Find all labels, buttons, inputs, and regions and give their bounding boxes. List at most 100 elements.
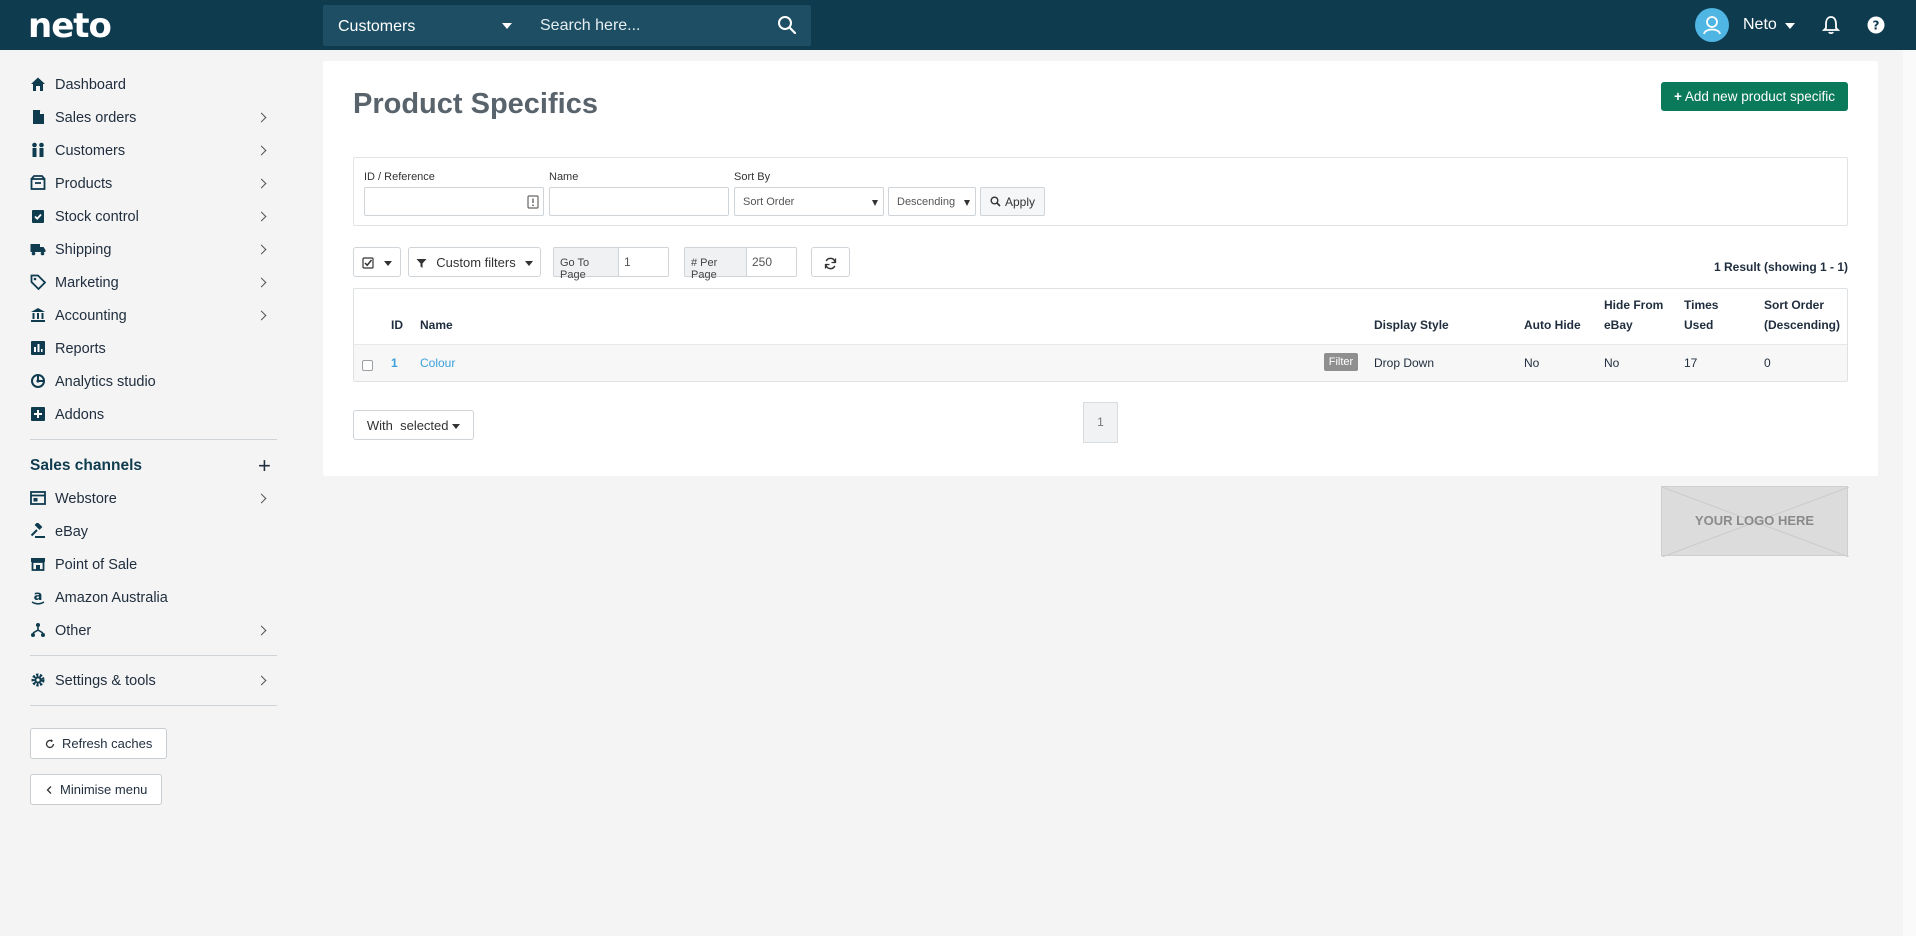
gear-icon xyxy=(31,673,45,687)
sidebar-item-analytics-studio[interactable]: Analytics studio xyxy=(30,367,275,397)
global-search: Customers xyxy=(323,5,811,46)
column-header-hide-from-ebay[interactable]: Hide From eBay xyxy=(1604,295,1663,335)
custom-filters-dropdown[interactable]: Custom filters xyxy=(408,247,541,277)
add-channel-icon[interactable]: + xyxy=(258,455,271,477)
apply-button[interactable]: Apply xyxy=(980,187,1045,216)
sidebar-item-label: Products xyxy=(55,176,113,192)
id-reference-input[interactable] xyxy=(364,187,544,216)
sidebar-item-label: Reports xyxy=(55,341,106,357)
neto-logo[interactable]: neto xyxy=(28,6,112,46)
row-times-used: 17 xyxy=(1684,356,1698,370)
sidebar-item-products[interactable]: Products xyxy=(30,169,275,199)
caret-down-icon xyxy=(383,260,392,266)
sort-direction-select[interactable]: Descending xyxy=(888,187,976,216)
sidebar-item-accounting[interactable]: Accounting xyxy=(30,301,275,331)
sidebar-item-reports[interactable]: Reports xyxy=(30,334,275,364)
add-product-specific-button[interactable]: + Add new product specific xyxy=(1661,82,1848,111)
lookup-icon[interactable] xyxy=(527,195,539,209)
name-label: Name xyxy=(549,171,579,183)
custom-filters-label: Custom filters xyxy=(436,254,516,270)
sidebar-item-amazon-australia[interactable]: a Amazon Australia xyxy=(30,583,275,613)
help-icon[interactable]: ? xyxy=(1867,16,1885,34)
row-display-style: Drop Down xyxy=(1374,356,1435,370)
header-line: Hide From xyxy=(1604,298,1664,312)
page-scrollbar[interactable] xyxy=(1903,50,1916,936)
chevron-right-icon xyxy=(256,493,267,504)
header-line: eBay xyxy=(1604,318,1633,332)
column-header-times-used[interactable]: Times Used xyxy=(1684,295,1718,335)
chevron-right-icon xyxy=(256,244,267,255)
sidebar-item-label: eBay xyxy=(55,524,89,540)
sidebar-item-webstore[interactable]: Webstore xyxy=(30,484,275,514)
with-selected-dropdown[interactable]: With selected xyxy=(353,410,474,440)
chevron-right-icon xyxy=(256,310,267,321)
refresh-caches-label: Refresh caches xyxy=(62,736,153,751)
sidebar-item-point-of-sale[interactable]: Point of Sale xyxy=(30,550,275,580)
chevron-right-icon xyxy=(256,112,267,123)
sidebar-item-label: Customers xyxy=(55,143,126,159)
refresh-caches-button[interactable]: Refresh caches xyxy=(30,728,168,759)
per-page-input[interactable] xyxy=(747,247,797,277)
sidebar-item-settings-tools[interactable]: Settings & tools xyxy=(30,666,275,696)
sidebar-item-shipping[interactable]: Shipping xyxy=(30,235,275,265)
svg-text:a: a xyxy=(34,589,43,604)
sort-by-select[interactable]: Sort Order xyxy=(734,187,884,216)
plus-square-icon xyxy=(31,407,45,421)
pagination-page-1[interactable]: 1 xyxy=(1083,402,1118,443)
name-input[interactable] xyxy=(549,187,729,216)
sidebar-item-customers[interactable]: Customers xyxy=(30,136,275,166)
column-header-id[interactable]: ID xyxy=(391,315,403,335)
clipboard-check-icon xyxy=(32,210,44,223)
sidebar-item-marketing[interactable]: Marketing xyxy=(30,268,275,298)
sidebar-item-label: Stock control xyxy=(55,209,139,225)
chevron-down-icon[interactable] xyxy=(1785,23,1795,29)
sidebar-item-sales-orders[interactable]: Sales orders xyxy=(30,103,275,133)
webstore-icon xyxy=(30,491,46,505)
sidebar-item-label: Webstore xyxy=(55,491,117,507)
user-avatar[interactable] xyxy=(1695,8,1729,42)
sidebar-item-dashboard[interactable]: Dashboard xyxy=(30,70,275,100)
apply-label: Apply xyxy=(1004,194,1036,209)
column-header-display-style[interactable]: Display Style xyxy=(1374,315,1449,335)
sidebar-item-ebay[interactable]: eBay xyxy=(30,517,275,547)
sidebar-item-label: Amazon Australia xyxy=(55,590,168,606)
row-name-link[interactable]: Colour xyxy=(420,356,455,370)
sidebar-item-label: Addons xyxy=(55,407,105,423)
chevron-left-icon xyxy=(46,785,52,794)
chevron-right-icon xyxy=(256,211,267,222)
row-hide-from-ebay: No xyxy=(1604,356,1620,370)
per-page-label: # Per Page xyxy=(684,247,747,281)
analytics-icon xyxy=(31,374,45,388)
column-header-auto-hide[interactable]: Auto Hide xyxy=(1524,315,1581,335)
network-icon xyxy=(31,623,45,637)
user-menu[interactable]: Neto xyxy=(1743,16,1777,34)
row-auto-hide: No xyxy=(1524,356,1540,370)
sidebar-item-stock-control[interactable]: Stock control xyxy=(30,202,275,232)
chevron-right-icon xyxy=(256,145,267,156)
store-icon xyxy=(31,558,45,571)
search-input[interactable] xyxy=(528,5,768,46)
sidebar-item-addons[interactable]: Addons xyxy=(30,400,275,430)
column-header-sort-order[interactable]: Sort Order (Descending) xyxy=(1764,295,1840,335)
minimise-menu-label: Minimise menu xyxy=(60,782,148,797)
column-header-name[interactable]: Name xyxy=(420,315,453,335)
refresh-button[interactable] xyxy=(811,247,850,277)
row-id-link[interactable]: 1 xyxy=(391,356,398,370)
sidebar-item-label: Point of Sale xyxy=(55,557,138,573)
bell-icon[interactable] xyxy=(1822,15,1840,35)
chevron-right-icon xyxy=(256,675,267,686)
row-checkbox[interactable] xyxy=(362,360,373,371)
sidebar-item-other[interactable]: Other xyxy=(30,616,275,646)
tag-icon xyxy=(30,274,46,290)
header-line: Sort Order xyxy=(1764,298,1825,312)
minimise-menu-button[interactable]: Minimise menu xyxy=(30,774,163,805)
header-line: Used xyxy=(1684,318,1714,332)
search-icon[interactable] xyxy=(777,15,797,35)
bulk-select-dropdown[interactable] xyxy=(353,247,401,277)
sidebar-item-label: Accounting xyxy=(55,308,127,324)
caret-down-icon xyxy=(872,200,878,206)
go-to-page-input[interactable] xyxy=(619,247,669,277)
search-scope-select[interactable]: Customers xyxy=(323,5,528,46)
sidebar-divider xyxy=(30,655,277,656)
refresh-icon xyxy=(824,257,837,269)
